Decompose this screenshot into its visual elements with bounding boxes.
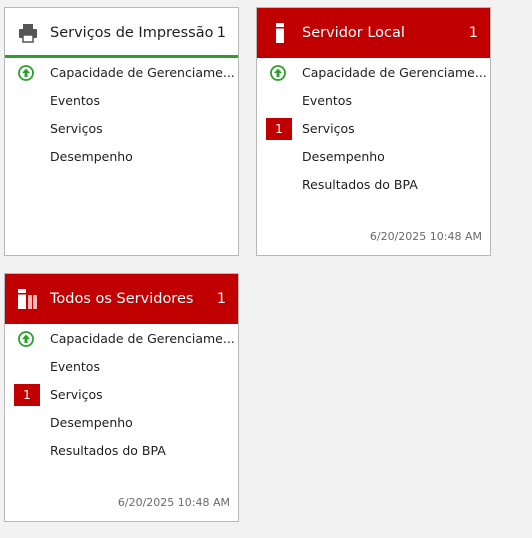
tile-all-servers[interactable]: Todos os Servidores 1 Capacidade de Gere… [4, 273, 239, 522]
row-manageability[interactable]: Capacidade de Gerenciame... [5, 325, 238, 353]
row-events[interactable]: Eventos [5, 353, 238, 381]
tile-header-local-server[interactable]: Servidor Local 1 [257, 8, 490, 58]
tile-alert-count: 1 [468, 25, 478, 41]
row-performance[interactable]: Desempenho [5, 143, 238, 171]
row-manageability[interactable]: Capacidade de Gerenciame... [5, 59, 238, 87]
row-bpa-results[interactable]: Resultados do BPA [5, 437, 238, 465]
printer-icon [19, 24, 37, 43]
tile-alert-count: 1 [216, 25, 226, 41]
tile-header-all-servers[interactable]: Todos os Servidores 1 [5, 274, 238, 324]
row-performance[interactable]: Desempenho [257, 143, 490, 171]
row-events[interactable]: Eventos [5, 87, 238, 115]
tile-header-print-services[interactable]: Serviços de Impressão 1 [5, 8, 238, 58]
tile-local-server[interactable]: Servidor Local 1 Capacidade de Gerenciam… [256, 7, 491, 256]
services-alert-badge: 1 [14, 384, 40, 406]
tile-print-services[interactable]: Serviços de Impressão 1 Capacidade de Ge… [4, 7, 239, 256]
tile-alert-count: 1 [216, 291, 226, 307]
row-manageability[interactable]: Capacidade de Gerenciame... [257, 59, 490, 87]
row-performance[interactable]: Desempenho [5, 409, 238, 437]
row-services[interactable]: Serviços [5, 115, 238, 143]
tile-title: Todos os Servidores [50, 291, 194, 307]
tile-timestamp: 6/20/2025 10:48 AM [117, 496, 230, 509]
ok-arrow-icon [270, 65, 286, 81]
server-icon [276, 23, 284, 43]
tile-timestamp: 6/20/2025 10:48 AM [369, 230, 482, 243]
ok-arrow-icon [18, 65, 34, 81]
tile-title: Serviços de Impressão [50, 25, 214, 41]
row-services[interactable]: 1 Serviços [5, 381, 238, 409]
row-events[interactable]: Eventos [257, 87, 490, 115]
ok-arrow-icon [18, 331, 34, 347]
row-services[interactable]: 1 Serviços [257, 115, 490, 143]
tile-title: Servidor Local [302, 25, 405, 41]
row-bpa-results[interactable]: Resultados do BPA [257, 171, 490, 199]
services-alert-badge: 1 [266, 118, 292, 140]
servers-icon [18, 289, 37, 309]
